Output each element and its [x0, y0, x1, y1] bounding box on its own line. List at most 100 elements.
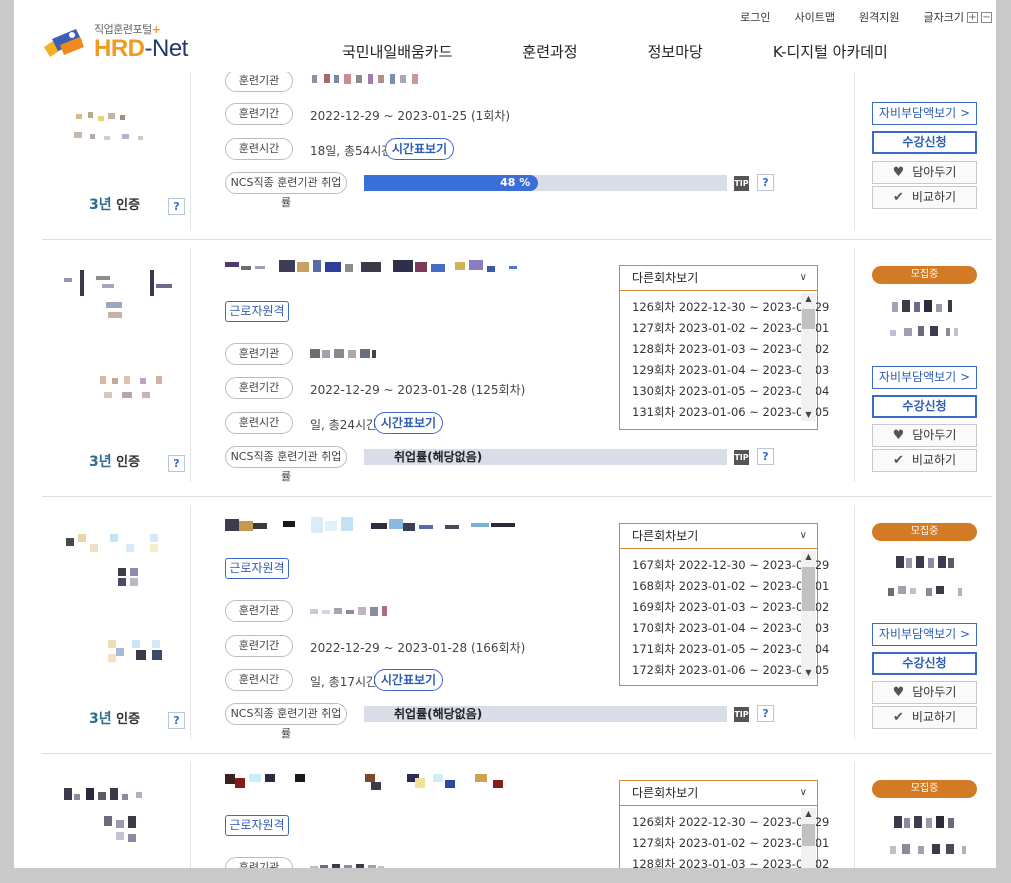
employment-rate-bar: 취업률(해당없음) — [364, 449, 727, 465]
other-rounds-select[interactable]: 다른회차보기 ∨ 167회차 2022-12-30 ~ 2023-01-29 16… — [619, 523, 829, 686]
course-thumbnail — [74, 110, 154, 150]
round-option[interactable]: 131회차 2023-01-06 ~ 2023-02-05 — [620, 402, 829, 423]
nav-item-k-digital[interactable]: K-디지털 아카데미 — [773, 41, 888, 62]
apply-button[interactable]: 수강신청 — [872, 395, 977, 418]
employment-rate-bar: 48 % — [364, 175, 727, 191]
other-rounds-select[interactable]: 다른회차보기 ∨ 126회차 2022-12-30 ~ 2023-01-29 12… — [619, 265, 829, 430]
cert-text: 인증 — [116, 712, 141, 727]
tip-icon[interactable]: TIP — [734, 707, 749, 722]
timetable-button[interactable]: 시간표보기 — [385, 138, 454, 160]
scrollbar[interactable]: ▲ — [801, 808, 816, 868]
cert-help-button[interactable]: ? — [168, 455, 185, 472]
other-rounds-header[interactable]: 다른회차보기 ∨ — [620, 781, 817, 806]
apply-button[interactable]: 수강신청 — [872, 131, 977, 154]
cert-help-button[interactable]: ? — [168, 198, 185, 215]
time-value: 18일, 총54시간 — [310, 144, 393, 158]
nav-item-card[interactable]: 국민내일배움카드 — [342, 41, 452, 62]
scroll-down-icon[interactable]: ▼ — [801, 667, 816, 679]
compare-button[interactable]: ✔ 비교하기 — [872, 449, 977, 472]
row-separator — [42, 239, 992, 240]
logo-net: Net — [152, 35, 188, 62]
nav-item-info[interactable]: 정보마당 — [648, 41, 703, 62]
nav-item-courses[interactable]: 훈련과정 — [522, 41, 577, 62]
save-button[interactable]: ♥ 담아두기 — [872, 161, 977, 184]
round-option[interactable]: 127회차 2023-01-02 ~ 2023-02-01 — [620, 833, 829, 854]
scroll-down-icon[interactable]: ▼ — [801, 409, 816, 421]
compare-button[interactable]: ✔ 비교하기 — [872, 186, 977, 209]
course-title-redacted[interactable] — [225, 517, 525, 535]
hrd-net-logo[interactable]: 직업훈련포털+ HRD-Net — [42, 22, 212, 62]
round-option[interactable]: 170회차 2023-01-04 ~ 2023-02-03 — [620, 618, 829, 639]
compare-button[interactable]: ✔ 비교하기 — [872, 706, 977, 729]
status-badge: 모집중 — [872, 780, 977, 798]
scrollbar[interactable]: ▲ ▼ — [801, 293, 816, 421]
scrollbar[interactable]: ▲ ▼ — [801, 551, 816, 679]
course-thumbnail — [60, 530, 180, 670]
selfpay-button[interactable]: 자비부담액보기 > — [872, 623, 977, 646]
round-option[interactable]: 128회차 2023-01-03 ~ 2023-02-02 — [620, 854, 829, 868]
rounds-list[interactable]: 126회차 2022-12-30 ~ 2023-01-29 127회차 2023… — [620, 806, 829, 868]
round-option[interactable]: 168회차 2023-01-02 ~ 2023-02-01 — [620, 576, 829, 597]
other-rounds-label: 다른회차보기 — [632, 786, 699, 800]
apply-button[interactable]: 수강신청 — [872, 652, 977, 675]
login-link[interactable]: 로그인 — [740, 9, 770, 25]
tip-icon[interactable]: TIP — [734, 176, 749, 191]
font-size-minus-button[interactable]: − — [981, 11, 992, 23]
save-button[interactable]: ♥ 담아두기 — [872, 424, 977, 447]
other-rounds-select[interactable]: 다른회차보기 ∨ 126회차 2022-12-30 ~ 2023-01-29 12… — [619, 780, 829, 868]
column-divider — [854, 72, 855, 230]
scroll-up-icon[interactable]: ▲ — [801, 293, 816, 305]
scrollbar-thumb[interactable] — [802, 567, 815, 611]
round-option[interactable]: 172회차 2023-01-06 ~ 2023-02-05 — [620, 660, 829, 681]
tip-icon[interactable]: TIP — [734, 450, 749, 465]
heart-icon: ♥ — [892, 685, 905, 700]
rate-help-button[interactable]: ? — [757, 448, 774, 465]
other-rounds-header[interactable]: 다른회차보기 ∨ — [620, 524, 817, 549]
price-redacted — [882, 552, 972, 604]
logo-dash: - — [144, 35, 153, 62]
cert-years: 3년 — [89, 197, 112, 213]
save-button[interactable]: ♥ 담아두기 — [872, 681, 977, 704]
rounds-list[interactable]: 167회차 2022-12-30 ~ 2023-01-29 168회차 2023… — [620, 549, 829, 681]
remote-support-link[interactable]: 원격지원 — [859, 9, 899, 25]
label-period: 훈련기간 — [225, 377, 293, 399]
heart-icon: ♥ — [892, 165, 905, 180]
scroll-up-icon[interactable]: ▲ — [801, 551, 816, 563]
site-header: 직업훈련포털+ HRD-Net 로그인 사이트맵 원격지원 글자크기 + − 국… — [14, 0, 996, 72]
label-org: 훈련기관 — [225, 857, 293, 868]
timetable-button[interactable]: 시간표보기 — [374, 669, 443, 691]
round-option[interactable]: 129회차 2023-01-04 ~ 2023-02-03 — [620, 360, 829, 381]
cert-help-button[interactable]: ? — [168, 712, 185, 729]
round-option[interactable]: 130회차 2023-01-05 ~ 2023-02-04 — [620, 381, 829, 402]
course-title-redacted[interactable] — [225, 258, 525, 276]
round-option[interactable]: 171회차 2023-01-05 ~ 2023-02-04 — [620, 639, 829, 660]
sitemap-link[interactable]: 사이트맵 — [795, 9, 835, 25]
selfpay-button[interactable]: 자비부담액보기 > — [872, 102, 977, 125]
label-time: 훈련시간 — [225, 138, 293, 160]
label-ncs-rate: NCS직종 훈련기관 취업률 — [225, 446, 347, 483]
timetable-button[interactable]: 시간표보기 — [374, 412, 443, 434]
round-option[interactable]: 127회차 2023-01-02 ~ 2023-02-01 — [620, 318, 829, 339]
utility-menu: 로그인 사이트맵 원격지원 글자크기 + − — [740, 9, 992, 25]
round-option[interactable]: 167회차 2022-12-30 ~ 2023-01-29 — [620, 555, 829, 576]
round-option[interactable]: 126회차 2022-12-30 ~ 2023-01-29 — [620, 297, 829, 318]
row-separator — [42, 496, 992, 497]
scrollbar-thumb[interactable] — [802, 824, 815, 846]
selfpay-button[interactable]: 자비부담액보기 > — [872, 366, 977, 389]
font-size-plus-button[interactable]: + — [967, 11, 978, 23]
round-option[interactable]: 126회차 2022-12-30 ~ 2023-01-29 — [620, 812, 829, 833]
column-divider — [854, 248, 855, 482]
worker-remote-tag: 근로자원격 — [225, 301, 289, 322]
rate-help-button[interactable]: ? — [757, 174, 774, 191]
rate-help-button[interactable]: ? — [757, 705, 774, 722]
scroll-up-icon[interactable]: ▲ — [801, 808, 816, 820]
logo-hrd: HRD — [94, 35, 145, 62]
heart-icon: ♥ — [892, 428, 905, 443]
round-option[interactable]: 128회차 2023-01-03 ~ 2023-02-02 — [620, 339, 829, 360]
scrollbar-thumb[interactable] — [802, 309, 815, 329]
org-name-redacted — [312, 72, 432, 86]
rounds-list[interactable]: 126회차 2022-12-30 ~ 2023-01-29 127회차 2023… — [620, 291, 829, 423]
round-option[interactable]: 169회차 2023-01-03 ~ 2023-02-02 — [620, 597, 829, 618]
other-rounds-header[interactable]: 다른회차보기 ∨ — [620, 266, 817, 291]
course-title-redacted[interactable] — [225, 774, 515, 790]
